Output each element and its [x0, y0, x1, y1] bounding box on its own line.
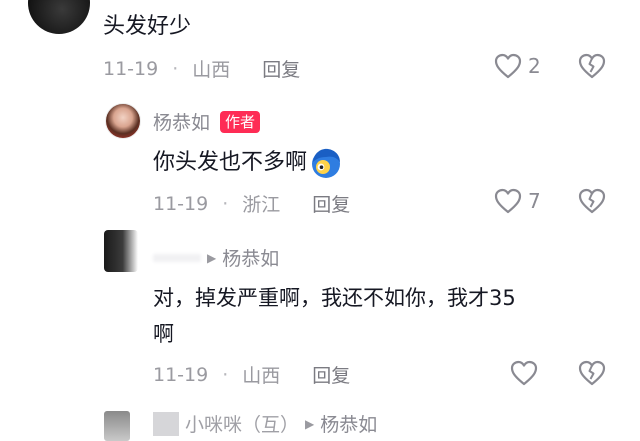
author-badge: 作者: [220, 110, 261, 133]
like-count: 2: [528, 54, 541, 78]
commenter-avatar[interactable]: [104, 411, 130, 441]
comment-location: 山西: [192, 59, 231, 81]
reply-button[interactable]: 回复: [312, 190, 350, 217]
separator-dot: ·: [222, 363, 229, 386]
commenter-avatar[interactable]: [28, 0, 90, 34]
blue-hair-face-emoji-icon: [309, 146, 343, 180]
like-count: 7: [528, 189, 541, 213]
comment-meta: 11-19 · 山西 回复: [153, 361, 350, 388]
comment-location: 山西: [242, 365, 281, 387]
dislike-broken-heart-icon[interactable]: [578, 53, 606, 79]
reply-arrow-icon: ▶: [207, 250, 217, 265]
author-username[interactable]: 杨恭如: [153, 108, 210, 135]
author-name-row: 杨恭如 作者: [153, 108, 261, 135]
dislike-broken-heart-icon[interactable]: [578, 188, 606, 214]
separator-dot: ·: [222, 192, 229, 215]
reply-button[interactable]: 回复: [312, 361, 350, 388]
comment-meta: 11-19 · 山西 回复: [103, 55, 300, 82]
reply-meta: 11-19 · 浙江 回复: [153, 190, 350, 217]
reply-arrow-icon: ▶: [305, 416, 315, 431]
reply-location: 浙江: [242, 194, 281, 216]
heart-icon: [510, 360, 538, 386]
like-button[interactable]: 7: [494, 188, 541, 214]
reply-to-row: ▶ 杨恭如: [153, 244, 279, 271]
comment-date: 11-19: [153, 363, 209, 386]
heart-icon: [494, 53, 522, 79]
comment-text-line: 啊: [153, 322, 174, 346]
redacted-avatar-block: [153, 411, 179, 436]
reply-text: 你头发也不多啊: [153, 146, 343, 180]
reply-to-username[interactable]: 杨恭如: [222, 244, 279, 271]
reply-date: 11-19: [153, 192, 209, 215]
like-button[interactable]: [510, 360, 538, 386]
comment-date: 11-19: [103, 57, 159, 80]
reply-button[interactable]: 回复: [262, 55, 300, 82]
heart-icon: [494, 188, 522, 214]
redacted-username: [153, 253, 201, 262]
reply-text-content: 你头发也不多啊: [153, 150, 308, 175]
comment-text: 头发好少: [103, 14, 192, 39]
author-avatar[interactable]: [105, 103, 141, 139]
comment-text-line: 对，掉发严重啊，我还不如你，我才35: [153, 286, 516, 310]
separator-dot: ·: [172, 57, 179, 80]
like-button[interactable]: 2: [494, 53, 541, 79]
comment-text: 对，掉发严重啊，我还不如你，我才35 啊: [153, 280, 613, 352]
dislike-broken-heart-icon[interactable]: [578, 360, 606, 386]
commenter-avatar[interactable]: [104, 230, 138, 272]
